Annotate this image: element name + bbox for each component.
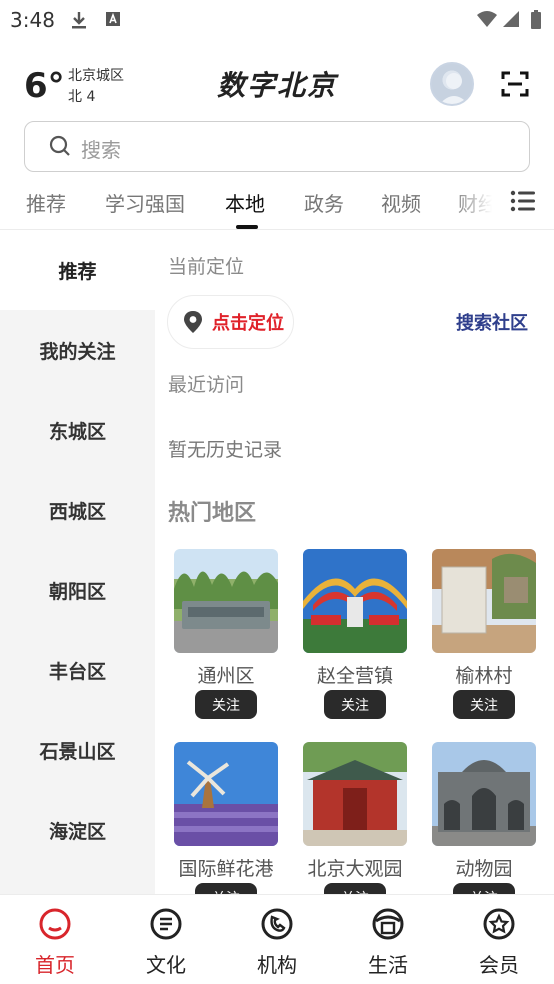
scan-icon[interactable] bbox=[500, 69, 530, 99]
bottom-nav: 首页 文化 机构 生活 会员 bbox=[0, 894, 554, 984]
locate-button-label: 点击定位 bbox=[212, 313, 284, 334]
no-history-text: 暂无历史记录 bbox=[168, 439, 283, 461]
search-community-link[interactable]: 搜索社区 bbox=[456, 309, 528, 335]
place-name: 通州区 bbox=[197, 665, 255, 687]
place-card-tongzhou[interactable]: 通州区 关注 bbox=[174, 549, 278, 719]
sidebar-item-recommend[interactable]: 推荐 bbox=[0, 230, 155, 310]
nav-label: 会员 bbox=[479, 953, 519, 977]
search-bar[interactable]: 搜索 bbox=[24, 121, 530, 172]
sidebar-item-fengtai[interactable]: 丰台区 bbox=[0, 630, 155, 710]
place-photo-tongzhou bbox=[174, 549, 278, 653]
place-photo-zhaoquanying bbox=[303, 549, 407, 653]
place-name: 榆林村 bbox=[455, 665, 513, 687]
place-name: 赵全营镇 bbox=[316, 665, 393, 687]
tab-local[interactable]: 本地 bbox=[225, 188, 265, 217]
search-input[interactable]: 搜索 bbox=[81, 134, 121, 163]
follow-button[interactable]: 关注 bbox=[324, 690, 386, 719]
place-card-flower-port[interactable]: 国际鲜花港 关注 bbox=[174, 742, 278, 912]
follow-button[interactable]: 关注 bbox=[195, 690, 257, 719]
sidebar-item-dongcheng[interactable]: 东城区 bbox=[0, 390, 155, 470]
sidebar-item-chaoyang[interactable]: 朝阳区 bbox=[0, 550, 155, 630]
sidebar-item-shijingshan[interactable]: 石景山区 bbox=[0, 710, 155, 790]
tab-government[interactable]: 政务 bbox=[304, 188, 344, 217]
wifi-icon bbox=[476, 10, 498, 33]
menu-list-icon[interactable] bbox=[510, 189, 536, 213]
place-card-yulin-village[interactable]: 榆林村 关注 bbox=[432, 549, 536, 719]
tab-recommend[interactable]: 推荐 bbox=[26, 188, 66, 217]
app-root: 3:48 6° 北京城区 北 4 数字北京 搜索 推荐 学习强国 本地 政务 视… bbox=[0, 0, 554, 984]
life-icon bbox=[372, 908, 404, 940]
nav-life[interactable]: 生活 bbox=[348, 907, 428, 978]
place-photo-flower-port bbox=[174, 742, 278, 846]
status-time: 3:48 bbox=[10, 8, 55, 32]
place-name: 北京大观园 bbox=[307, 858, 403, 880]
place-name: 国际鲜花港 bbox=[178, 858, 274, 880]
sidebar-item-haidian[interactable]: 海淀区 bbox=[0, 790, 155, 870]
place-photo-yulin-village bbox=[432, 549, 536, 653]
place-name: 动物园 bbox=[455, 858, 513, 880]
sidebar-item-my-follow[interactable]: 我的关注 bbox=[0, 310, 155, 390]
follow-button[interactable]: 关注 bbox=[453, 690, 515, 719]
place-card-zoo[interactable]: 动物园 关注 bbox=[432, 742, 536, 912]
institution-icon bbox=[261, 908, 293, 940]
nav-member[interactable]: 会员 bbox=[459, 907, 539, 978]
download-icon bbox=[70, 10, 88, 35]
culture-icon bbox=[150, 908, 182, 940]
home-icon bbox=[39, 908, 71, 940]
place-photo-grand-view-garden bbox=[303, 742, 407, 846]
place-card-zhaoquanying[interactable]: 赵全营镇 关注 bbox=[303, 549, 407, 719]
nav-label: 生活 bbox=[368, 953, 408, 977]
current-location-label: 当前定位 bbox=[168, 256, 245, 278]
locate-button[interactable]: 点击定位 bbox=[167, 295, 294, 349]
nav-institution[interactable]: 机构 bbox=[237, 907, 317, 978]
hot-regions-title: 热门地区 bbox=[168, 501, 257, 526]
place-photo-zoo bbox=[432, 742, 536, 846]
place-card-grand-view-garden[interactable]: 北京大观园 关注 bbox=[303, 742, 407, 912]
nav-home[interactable]: 首页 bbox=[15, 907, 95, 978]
nav-label: 机构 bbox=[257, 953, 297, 977]
battery-icon bbox=[530, 10, 542, 35]
tab-video[interactable]: 视频 bbox=[381, 188, 421, 217]
recent-visits-label: 最近访问 bbox=[168, 374, 245, 396]
tab-xuexi-qiangguo[interactable]: 学习强国 bbox=[105, 188, 185, 217]
member-icon bbox=[483, 908, 515, 940]
nav-culture[interactable]: 文化 bbox=[126, 907, 206, 978]
location-pin-icon bbox=[184, 311, 202, 333]
tab-fade bbox=[452, 182, 502, 222]
signal-icon bbox=[502, 10, 520, 33]
nav-label: 文化 bbox=[146, 953, 186, 977]
avatar[interactable] bbox=[430, 62, 474, 106]
keyboard-a-icon bbox=[105, 10, 121, 33]
sidebar-item-xicheng[interactable]: 西城区 bbox=[0, 470, 155, 550]
search-icon bbox=[49, 135, 71, 157]
nav-label: 首页 bbox=[35, 953, 75, 977]
district-sidebar: 推荐 我的关注 东城区 西城区 朝阳区 丰台区 石景山区 海淀区 bbox=[0, 230, 155, 895]
